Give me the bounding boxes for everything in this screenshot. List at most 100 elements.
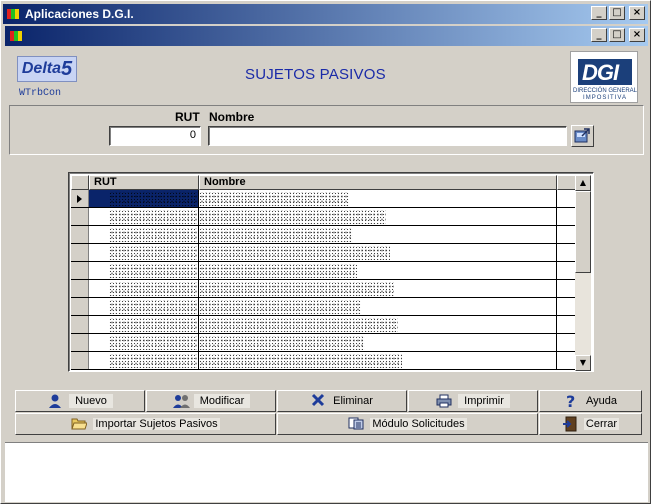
obscured-text bbox=[199, 282, 394, 296]
obscured-text bbox=[109, 192, 197, 206]
imprimir-button[interactable]: Imprimir bbox=[408, 390, 538, 412]
rut-input[interactable]: 0 bbox=[109, 126, 201, 146]
child-close-button[interactable]: × bbox=[629, 28, 645, 42]
cell-nombre[interactable] bbox=[199, 190, 557, 207]
window-controls: _ □ × bbox=[591, 6, 645, 20]
cell-rut[interactable] bbox=[89, 280, 199, 297]
table-row[interactable] bbox=[71, 316, 577, 334]
cell-nombre[interactable] bbox=[199, 280, 557, 297]
help-icon: ? bbox=[564, 392, 580, 411]
row-indicator bbox=[71, 226, 89, 243]
child-minimize-button[interactable]: _ bbox=[591, 28, 607, 42]
obscured-text bbox=[109, 318, 197, 332]
child-maximize-button[interactable]: □ bbox=[609, 28, 625, 42]
users-icon bbox=[172, 393, 190, 409]
row-indicator bbox=[71, 352, 89, 369]
nombre-input[interactable] bbox=[208, 126, 567, 146]
client-area: Delta 5 WTrbCon SUJETOS PASIVOS DGI DIREC… bbox=[5, 48, 648, 440]
table-row[interactable] bbox=[71, 208, 577, 226]
child-titlebar[interactable]: _ □ × bbox=[5, 26, 648, 46]
cell-extra bbox=[557, 334, 577, 351]
obscured-text bbox=[199, 300, 361, 314]
cerrar-button[interactable]: Cerrar bbox=[539, 413, 642, 435]
cell-rut[interactable] bbox=[89, 208, 199, 225]
table-row[interactable] bbox=[71, 244, 577, 262]
search-icon bbox=[574, 128, 590, 143]
cell-nombre[interactable] bbox=[199, 244, 557, 261]
search-button[interactable] bbox=[571, 125, 594, 147]
obscured-text bbox=[199, 264, 357, 278]
cell-rut[interactable] bbox=[89, 262, 199, 279]
scroll-up-button[interactable]: ▲ bbox=[575, 175, 591, 191]
grid-header: RUT Nombre bbox=[71, 175, 577, 190]
cell-nombre[interactable] bbox=[199, 226, 557, 243]
product-logo-number: 5 bbox=[61, 57, 73, 80]
importar-button[interactable]: Importar Sujetos Pasivos bbox=[15, 413, 276, 435]
row-indicator bbox=[71, 262, 89, 279]
cell-rut[interactable] bbox=[89, 298, 199, 315]
cell-nombre[interactable] bbox=[199, 208, 557, 225]
row-indicator bbox=[71, 280, 89, 297]
eliminar-label: Eliminar bbox=[333, 395, 373, 407]
column-header-nombre[interactable]: Nombre bbox=[199, 175, 557, 190]
rut-label: RUT bbox=[175, 110, 200, 124]
cell-rut[interactable] bbox=[89, 316, 199, 333]
modificar-button[interactable]: Modificar bbox=[146, 390, 276, 412]
cell-rut[interactable] bbox=[89, 190, 199, 207]
scroll-down-button[interactable]: ▼ bbox=[575, 355, 591, 371]
action-bar: Nuevo Modificar Eliminar Imprimir ? Ayud… bbox=[9, 386, 644, 438]
table-row[interactable] bbox=[71, 280, 577, 298]
ayuda-button[interactable]: ? Ayuda bbox=[539, 390, 642, 412]
cell-extra bbox=[557, 262, 577, 279]
cell-rut[interactable] bbox=[89, 334, 199, 351]
column-header-rut[interactable]: RUT bbox=[89, 175, 199, 190]
cell-nombre[interactable] bbox=[199, 298, 557, 315]
grid-vertical-scrollbar[interactable]: ▲ ▼ bbox=[575, 175, 591, 371]
org-logo-mark: DGI bbox=[582, 60, 619, 85]
maximize-icon: □ bbox=[612, 7, 622, 18]
cell-nombre[interactable] bbox=[199, 262, 557, 279]
modulo-solicitudes-button[interactable]: Módulo Solicitudes bbox=[277, 413, 538, 435]
modulo-label: Módulo Solicitudes bbox=[370, 418, 467, 430]
row-indicator bbox=[71, 208, 89, 225]
org-logo-line2: IMPOSITIVA bbox=[583, 95, 627, 101]
table-row[interactable] bbox=[71, 262, 577, 280]
module-icon bbox=[348, 416, 364, 432]
maximize-button[interactable]: □ bbox=[609, 6, 625, 20]
nuevo-button[interactable]: Nuevo bbox=[15, 390, 145, 412]
cell-nombre[interactable] bbox=[199, 334, 557, 351]
window-titlebar[interactable]: Aplicaciones D.G.I. _ □ × bbox=[3, 4, 648, 24]
table-row[interactable] bbox=[71, 190, 577, 208]
cell-rut[interactable] bbox=[89, 226, 199, 243]
cell-nombre[interactable] bbox=[199, 352, 557, 369]
row-indicator bbox=[71, 316, 89, 333]
cell-rut[interactable] bbox=[89, 352, 199, 369]
table-row[interactable] bbox=[71, 334, 577, 352]
table-row[interactable] bbox=[71, 226, 577, 244]
grid-rows bbox=[71, 190, 577, 370]
importar-label: Importar Sujetos Pasivos bbox=[93, 418, 220, 430]
row-indicator bbox=[71, 334, 89, 351]
obscured-text bbox=[109, 300, 197, 314]
table-row[interactable] bbox=[71, 352, 577, 370]
row-indicator bbox=[71, 190, 89, 207]
column-header-extra bbox=[557, 175, 577, 190]
row-indicator bbox=[71, 244, 89, 261]
page-title: SUJETOS PASIVOS bbox=[245, 66, 386, 83]
scroll-thumb[interactable] bbox=[575, 191, 591, 273]
table-row[interactable] bbox=[71, 298, 577, 316]
cell-rut[interactable] bbox=[89, 244, 199, 261]
obscured-text bbox=[199, 228, 353, 242]
minimize-button[interactable]: _ bbox=[591, 6, 607, 20]
eliminar-button[interactable]: Eliminar bbox=[277, 390, 407, 412]
cell-extra bbox=[557, 280, 577, 297]
exit-door-icon bbox=[562, 416, 578, 432]
close-icon: × bbox=[632, 29, 642, 40]
ayuda-label: Ayuda bbox=[586, 395, 617, 407]
results-grid[interactable]: RUT Nombre ▲ ▼ bbox=[68, 172, 594, 372]
close-button[interactable]: × bbox=[629, 6, 645, 20]
cell-nombre[interactable] bbox=[199, 316, 557, 333]
app-icon bbox=[6, 7, 20, 21]
grid-corner bbox=[71, 175, 89, 190]
cell-extra bbox=[557, 352, 577, 369]
